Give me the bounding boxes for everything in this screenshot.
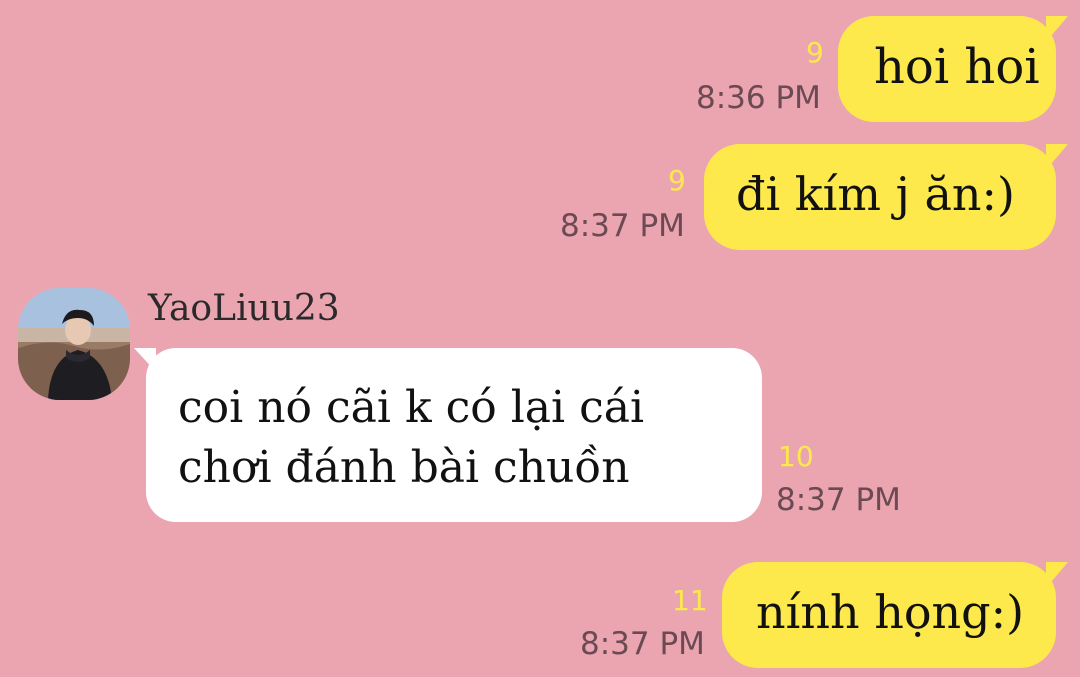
message-bubble[interactable]: hoi hoi: [838, 16, 1068, 122]
message-line: coi nó cãi k có lại cái: [178, 382, 645, 433]
message-time: 8:36 PM: [696, 80, 821, 116]
sender-name[interactable]: YaoLiuu23: [148, 288, 340, 329]
message-bubble[interactable]: coi nó cãi k có lại cái chơi đánh bài ch…: [134, 348, 762, 522]
message-text: đi kím j ăn:): [736, 167, 1015, 221]
bubble-tail: [1046, 16, 1068, 42]
message-text: nính họng:): [756, 585, 1025, 639]
message-line: chơi đánh bài chuồn: [178, 442, 630, 493]
message-time: 8:37 PM: [560, 208, 685, 244]
message-time: 8:37 PM: [580, 626, 705, 662]
read-count: 11: [672, 584, 708, 617]
read-count: 9: [668, 164, 686, 197]
bubble-tail: [1046, 144, 1068, 170]
read-count: 10: [778, 440, 814, 473]
message-bubble[interactable]: nính họng:): [722, 562, 1068, 668]
message-bubble[interactable]: đi kím j ăn:): [704, 144, 1068, 250]
profile-photo-icon: [18, 288, 130, 400]
message-text: hoi hoi: [874, 39, 1040, 95]
avatar[interactable]: [18, 288, 130, 400]
read-count: 9: [806, 36, 824, 69]
bubble-tail: [1046, 562, 1068, 588]
bubble-tail: [134, 348, 156, 372]
message-time: 8:37 PM: [776, 482, 901, 518]
message-text: coi nó cãi k có lại cái chơi đánh bài ch…: [178, 378, 644, 498]
